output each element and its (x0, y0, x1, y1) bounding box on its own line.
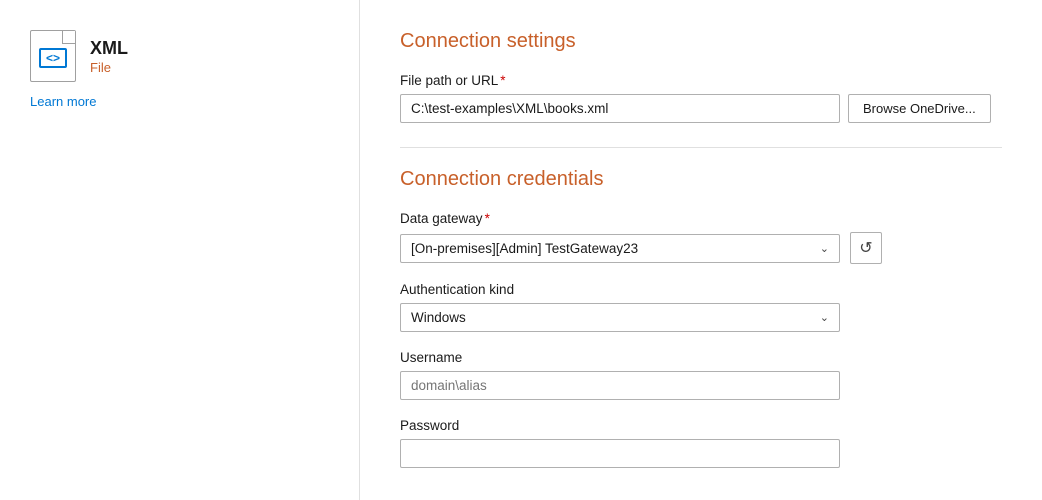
browse-onedrive-button[interactable]: Browse OneDrive... (848, 94, 991, 123)
main-content: Connection settings File path or URL* Br… (360, 0, 1042, 500)
password-label: Password (400, 418, 1002, 433)
section-divider (400, 147, 1002, 148)
auth-kind-label: Authentication kind (400, 282, 1002, 297)
refresh-icon: ↺ (859, 238, 872, 258)
data-gateway-select[interactable]: [On-premises][Admin] TestGateway23 ⌄ (400, 234, 840, 263)
username-label: Username (400, 350, 1002, 365)
sidebar-subtitle: File (90, 60, 128, 75)
gateway-chevron-icon: ⌄ (820, 242, 829, 255)
file-path-input-row: Browse OneDrive... (400, 94, 1002, 123)
auth-chevron-icon: ⌄ (820, 311, 829, 324)
file-path-field-group: File path or URL* Browse OneDrive... (400, 73, 1002, 123)
connection-credentials-section: Connection credentials Data gateway* [On… (400, 168, 1002, 468)
data-gateway-field-group: Data gateway* [On-premises][Admin] TestG… (400, 211, 1002, 264)
auth-kind-row: Windows ⌄ (400, 303, 1002, 332)
data-gateway-label: Data gateway* (400, 211, 1002, 226)
xml-file-icon: <> (30, 30, 76, 82)
connection-settings-section: Connection settings (400, 30, 1002, 53)
sidebar-icon-area: <> XML File (30, 30, 128, 82)
username-field-group: Username (400, 350, 1002, 400)
password-input[interactable] (400, 439, 840, 468)
password-field-group: Password (400, 418, 1002, 468)
username-input[interactable] (400, 371, 840, 400)
connection-settings-title: Connection settings (400, 30, 1002, 53)
xml-arrows-icon: <> (46, 52, 60, 64)
file-path-input[interactable] (400, 94, 840, 123)
sidebar-title-group: XML File (90, 38, 128, 75)
refresh-button[interactable]: ↺ (850, 232, 882, 264)
sidebar: <> XML File Learn more (0, 0, 360, 500)
auth-kind-field-group: Authentication kind Windows ⌄ (400, 282, 1002, 332)
learn-more-link[interactable]: Learn more (30, 94, 96, 109)
data-gateway-row: [On-premises][Admin] TestGateway23 ⌄ ↺ (400, 232, 1002, 264)
sidebar-title: XML (90, 38, 128, 59)
auth-kind-select[interactable]: Windows ⌄ (400, 303, 840, 332)
xml-icon-inner: <> (39, 48, 67, 68)
file-path-label: File path or URL* (400, 73, 1002, 88)
connection-credentials-title: Connection credentials (400, 168, 1002, 191)
